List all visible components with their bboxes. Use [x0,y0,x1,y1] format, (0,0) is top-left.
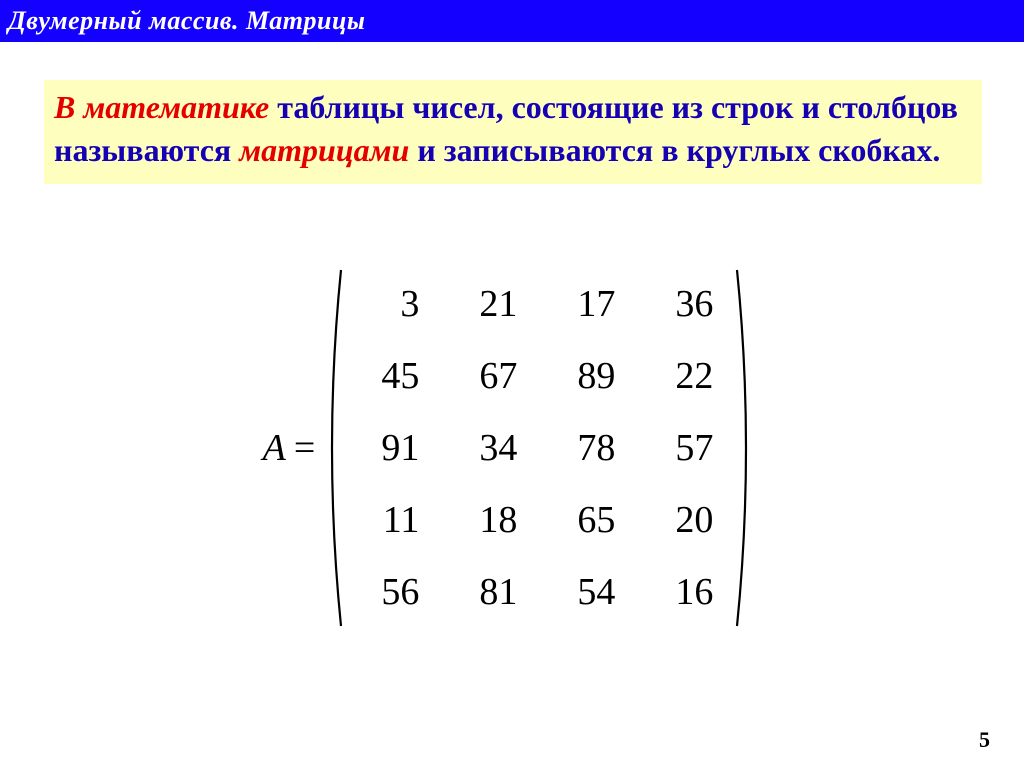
page-number: 5 [979,727,990,753]
title-bar: Двумерный массив. Матрицы [0,0,1024,42]
table-row: 3 21 17 36 [343,268,735,340]
matrix-cell: 91 [343,412,441,484]
matrix-cell: 18 [441,484,539,556]
table-row: 45 67 89 22 [343,340,735,412]
matrix-cell: 36 [637,268,735,340]
slide-title: Двумерный массив. Матрицы [8,6,365,36]
matrix-cell: 22 [637,340,735,412]
matrix-cell: 57 [637,412,735,484]
definition-part2: и записываются в круглых скобках. [409,132,940,168]
equals-sign: = [294,426,315,470]
matrix-cell: 17 [539,268,637,340]
matrix-cell: 81 [441,556,539,628]
right-paren-icon [735,268,757,628]
matrix-cell: 21 [441,268,539,340]
matrix-cell: 54 [539,556,637,628]
table-row: 91 34 78 57 [343,412,735,484]
matrix-label: A [263,426,286,470]
matrix-cell: 20 [637,484,735,556]
left-paren-icon [321,268,343,628]
matrix-table: 3 21 17 36 45 67 89 22 91 34 78 57 [343,268,735,628]
matrix-cell: 45 [343,340,441,412]
matrix-cell: 78 [539,412,637,484]
matrix-equation: A = 3 21 17 36 45 67 89 22 [200,268,820,628]
table-row: 11 18 65 20 [343,484,735,556]
matrix-cell: 65 [539,484,637,556]
matrix-body: 3 21 17 36 45 67 89 22 91 34 78 57 [343,268,735,628]
definition-callout: В математике таблицы чисел, состоящие из… [44,80,982,184]
matrix-cell: 11 [343,484,441,556]
definition-term: матрицами [239,132,409,168]
definition-text: В математике таблицы чисел, состоящие из… [54,86,972,172]
slide: Двумерный массив. Матрицы В математике т… [0,0,1024,767]
matrix-cell: 3 [343,268,441,340]
matrix-cell: 16 [637,556,735,628]
matrix-cell: 34 [441,412,539,484]
definition-lead: В математике [54,89,269,125]
table-row: 56 81 54 16 [343,556,735,628]
matrix-cell: 89 [539,340,637,412]
matrix-cell: 56 [343,556,441,628]
matrix-cell: 67 [441,340,539,412]
